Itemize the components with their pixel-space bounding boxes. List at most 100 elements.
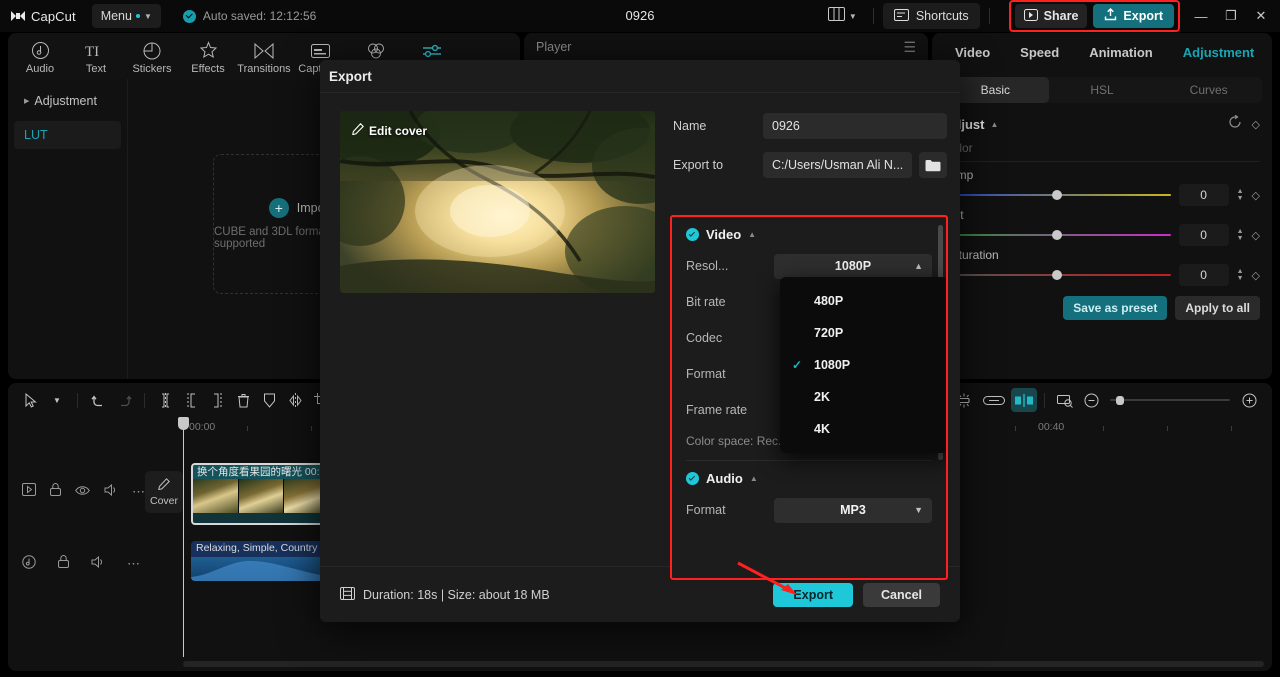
keyframe-diamond-icon[interactable]: ◇ (1252, 229, 1260, 242)
mirror-icon[interactable] (282, 388, 308, 412)
stepper-icon[interactable]: ▲ ▼ (1237, 268, 1244, 282)
zoom-out-icon[interactable] (1078, 388, 1104, 412)
keyframe-diamond-icon[interactable]: ◇ (1252, 189, 1260, 202)
svg-text:TI: TI (85, 44, 99, 59)
audio-clip[interactable]: Relaxing, Simple, Country (191, 541, 331, 581)
trim-right-icon[interactable] (204, 388, 230, 412)
tab-speed[interactable]: Speed (1005, 33, 1074, 73)
name-input[interactable]: 0926 (763, 113, 948, 139)
link-icon[interactable] (977, 388, 1011, 412)
mask-icon[interactable] (256, 388, 282, 412)
subtab-curves[interactable]: Curves (1155, 77, 1262, 103)
layout-button[interactable]: ▼ (821, 3, 864, 30)
slider-value[interactable]: 0 (1178, 224, 1229, 246)
option-label: 2K (814, 390, 830, 404)
tool-tab-stickers[interactable]: Stickers (124, 38, 180, 75)
select-arrow-icon[interactable] (18, 388, 44, 412)
subtab-hsl[interactable]: HSL (1049, 77, 1156, 103)
slider-track[interactable] (944, 268, 1171, 282)
maximize-button[interactable]: ❐ (1216, 0, 1246, 32)
snap-icon[interactable] (1011, 388, 1037, 412)
audio-checkbox[interactable] (686, 472, 699, 485)
cover-preview[interactable]: Edit cover (340, 111, 655, 293)
audio-waveform (191, 557, 331, 581)
more-icon[interactable]: ⋯ (127, 556, 141, 572)
video-clip[interactable]: 换个角度看果园的曙光 00:18 (191, 463, 331, 525)
video-track-icon[interactable] (22, 483, 36, 501)
folder-icon[interactable] (919, 152, 948, 178)
title-bar: CapCut Menu ▼ Auto saved: 12:12:56 0926 … (0, 0, 1280, 32)
cancel-button[interactable]: Cancel (863, 582, 940, 607)
playhead-handle[interactable] (178, 417, 189, 430)
undo-icon[interactable] (85, 388, 111, 412)
trim-left-icon[interactable] (178, 388, 204, 412)
lock-icon[interactable] (58, 555, 69, 573)
menu-button[interactable]: Menu ▼ (91, 4, 161, 28)
eye-icon[interactable] (75, 483, 90, 501)
slider-knob[interactable] (1052, 270, 1063, 280)
slider-track[interactable] (944, 188, 1171, 202)
shortcuts-button[interactable]: Shortcuts (882, 3, 980, 29)
slider-knob[interactable] (1052, 190, 1063, 200)
chevron-up-icon[interactable]: ▲ (990, 120, 998, 129)
resolution-option-1080p[interactable]: ✓ 1080P (780, 349, 946, 381)
stepper-icon[interactable]: ▲ ▼ (1237, 228, 1244, 242)
lock-icon[interactable] (50, 483, 61, 501)
tab-animation[interactable]: Animation (1074, 33, 1168, 73)
cover-button[interactable]: Cover (145, 471, 183, 513)
sidebar-item-lut[interactable]: LUT (14, 121, 121, 149)
tool-tab-label: Effects (191, 62, 225, 75)
resolution-option-2k[interactable]: 2K (780, 381, 946, 413)
timeline-zoom-slider[interactable] (1110, 393, 1230, 407)
split-icon[interactable] (152, 388, 178, 412)
resolution-select[interactable]: 1080P ▲ (774, 253, 932, 279)
share-button[interactable]: Share (1014, 4, 1088, 28)
fit-timeline-icon[interactable] (1052, 388, 1078, 412)
timeline-horizontal-scrollbar[interactable] (183, 661, 1264, 667)
export-dialog-title: Export (329, 68, 372, 84)
export-button-titlebar[interactable]: Export (1093, 4, 1174, 28)
speaker-icon[interactable] (91, 555, 105, 573)
video-checkbox[interactable] (686, 228, 699, 241)
tool-tab-transitions[interactable]: Transitions (236, 38, 292, 75)
slider-value[interactable]: 0 (1178, 184, 1229, 206)
save-as-preset-button[interactable]: Save as preset (1063, 296, 1168, 320)
audio-format-select[interactable]: MP3 ▼ (774, 497, 932, 523)
tool-tab-text[interactable]: TI Text (68, 38, 124, 75)
zoom-knob[interactable] (1116, 396, 1124, 405)
chevron-down-icon[interactable]: ▼ (44, 388, 70, 412)
reset-icon[interactable] (1228, 114, 1242, 134)
delete-icon[interactable] (230, 388, 256, 412)
edit-cover-button[interactable]: Edit cover (352, 123, 427, 138)
keyframe-diamond-icon[interactable]: ◇ (1252, 269, 1260, 282)
more-icon[interactable]: ⋯ (132, 484, 146, 500)
slider-knob[interactable] (1052, 230, 1063, 240)
captions-icon (310, 41, 330, 61)
playhead[interactable] (178, 417, 189, 657)
resolution-option-720p[interactable]: 720P (780, 317, 946, 349)
shortcuts-label: Shortcuts (915, 9, 969, 23)
apply-to-all-button[interactable]: Apply to all (1175, 296, 1260, 320)
close-button[interactable]: ✕ (1246, 0, 1276, 32)
chevron-up-icon[interactable]: ▲ (750, 474, 758, 483)
slider-value[interactable]: 0 (1178, 264, 1229, 286)
stepper-icon[interactable]: ▲ ▼ (1237, 188, 1244, 202)
sidebar-item-adjustment[interactable]: ▶ Adjustment (14, 87, 121, 115)
tab-adjustment[interactable]: Adjustment (1168, 33, 1270, 73)
audio-track-icon[interactable] (22, 554, 36, 574)
export-to-input[interactable]: C:/Users/Usman Ali N... (763, 152, 913, 178)
export-confirm-button[interactable]: Export (773, 582, 853, 607)
tool-tab-audio[interactable]: Audio (12, 38, 68, 75)
tool-tab-label: Audio (25, 62, 55, 75)
zoom-in-icon[interactable] (1236, 388, 1262, 412)
keyframe-diamond-icon[interactable]: ◇ (1252, 118, 1260, 131)
minimize-button[interactable]: — (1186, 0, 1216, 32)
menu-lines-icon[interactable]: ☰ (903, 39, 916, 56)
resolution-option-480p[interactable]: 480P (780, 285, 946, 317)
sidebar-item-label: Adjustment (34, 94, 97, 108)
tool-tab-effects[interactable]: Effects (180, 38, 236, 75)
chevron-up-icon[interactable]: ▲ (748, 230, 756, 239)
speaker-icon[interactable] (104, 483, 118, 501)
slider-track[interactable] (944, 228, 1171, 242)
resolution-option-4k[interactable]: 4K (780, 413, 946, 445)
